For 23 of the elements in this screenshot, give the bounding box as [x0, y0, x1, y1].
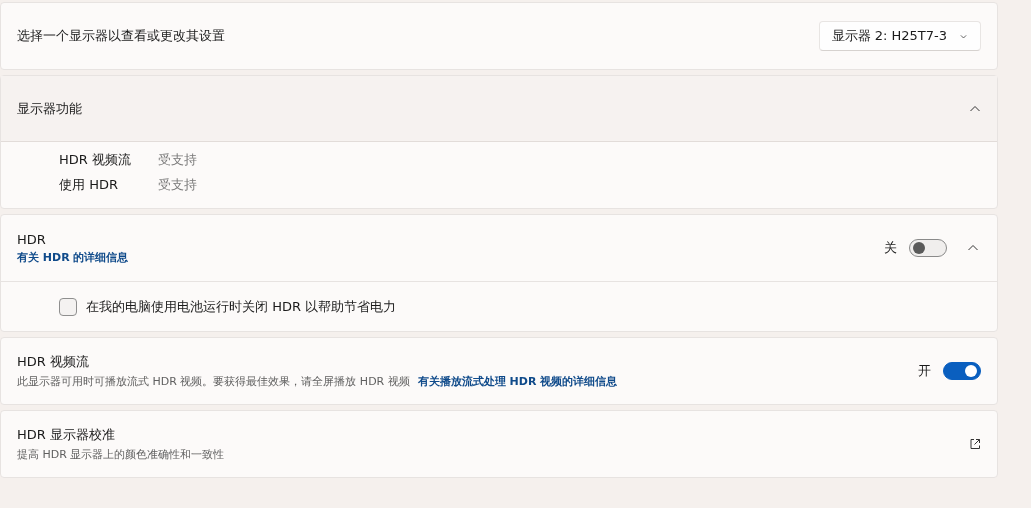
settings-card[interactable]: HDR 显示器校准 提高 HDR 显示器上的颜色准确性和一致性	[0, 410, 998, 478]
toggle-state-label: 开	[918, 362, 931, 380]
feature-value: 受支持	[158, 151, 197, 169]
toggle-switch[interactable]	[943, 362, 981, 380]
feature-name: HDR 视频流	[59, 151, 132, 169]
display-dropdown[interactable]: 显示器 2: H25T7-3	[818, 21, 981, 51]
setting-description: 提高 HDR 显示器上的颜色准确性和一致性	[17, 447, 226, 462]
section-title: 显示器功能	[17, 99, 83, 118]
section-header[interactable]: 显示器功能	[1, 76, 997, 142]
feature-value: 受支持	[158, 176, 197, 194]
hdr-info-link[interactable]: 有关 HDR 的详细信息	[17, 249, 884, 265]
toggle-switch[interactable]	[909, 239, 947, 257]
setting-title: HDR 显示器校准	[17, 426, 116, 444]
setting-description: 此显示器可用时可播放流式 HDR 视频。要获得最佳效果，请全屏播放 HDR 视频	[17, 375, 410, 388]
feature-name: 使用 HDR	[59, 176, 119, 194]
checkbox[interactable]	[59, 297, 77, 316]
streaming-info-link[interactable]: 有关播放流式处理 HDR 视频的详细信息	[417, 375, 618, 388]
toggle-state-label: 关	[884, 239, 897, 257]
external-link-icon[interactable]	[969, 438, 981, 450]
checkbox-label: 在我的电脑使用电池运行时关闭 HDR 以帮助节省电力	[86, 297, 397, 316]
setting-title: HDR 视频流	[17, 353, 90, 371]
setting-label: 选择一个显示器以查看或更改其设置	[17, 27, 226, 45]
setting-title: HDR	[17, 231, 47, 247]
